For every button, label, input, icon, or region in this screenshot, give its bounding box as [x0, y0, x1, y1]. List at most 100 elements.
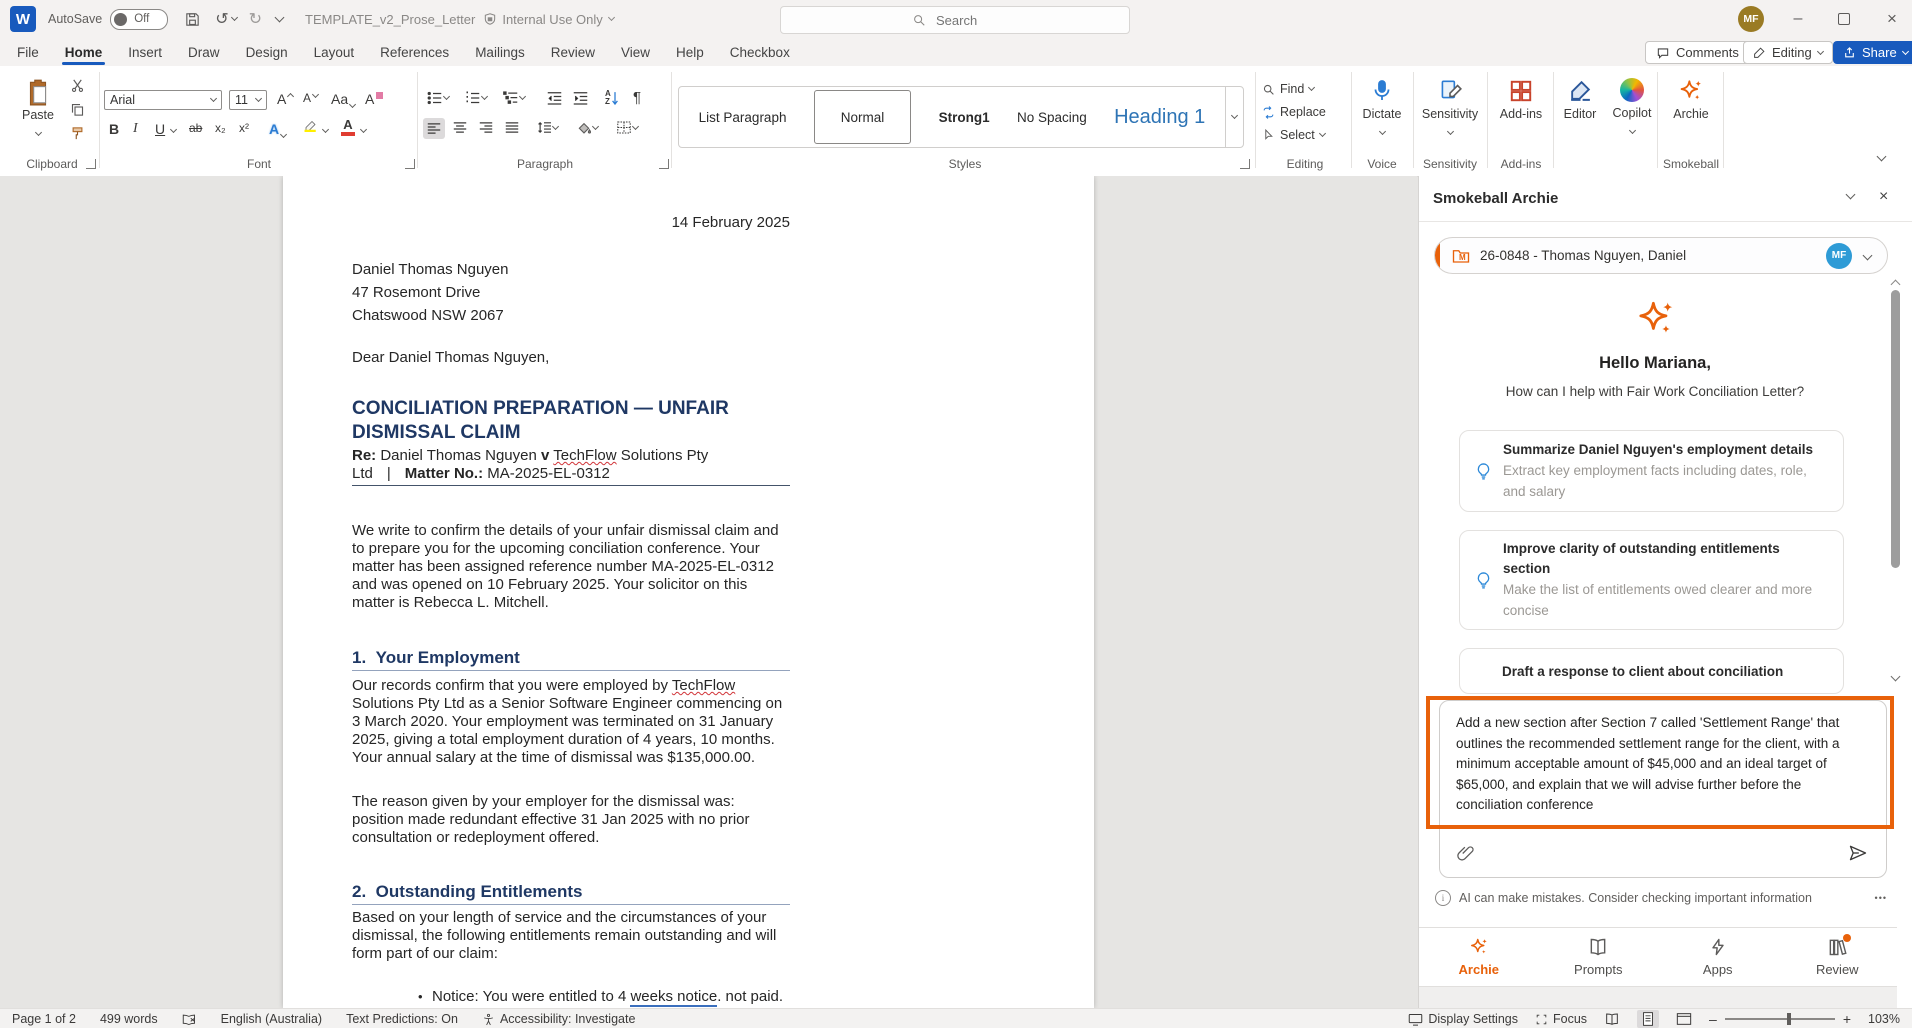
line-spacing-button[interactable]	[537, 121, 558, 134]
editing-mode-button[interactable]: Editing	[1743, 41, 1833, 64]
scroll-up-icon[interactable]	[1891, 280, 1901, 290]
prompt-text[interactable]: Add a new section after Section 7 called…	[1440, 701, 1886, 828]
save-icon[interactable]	[184, 11, 201, 28]
autosave-toggle[interactable]: Off	[110, 9, 168, 30]
font-dialog-launcher[interactable]	[405, 159, 415, 169]
read-mode-button[interactable]	[1604, 1012, 1620, 1026]
align-center-button[interactable]	[453, 121, 467, 134]
italic-button[interactable]: I	[133, 121, 138, 137]
increase-indent-button[interactable]	[573, 91, 588, 105]
clipboard-dialog-launcher[interactable]	[86, 159, 96, 169]
subscript-button[interactable]: x₂	[215, 121, 226, 135]
search-box[interactable]	[780, 6, 1130, 34]
attach-icon[interactable]	[1456, 844, 1475, 863]
sensitivity-chevron-icon[interactable]	[608, 14, 615, 21]
tab-draw[interactable]: Draw	[175, 40, 233, 65]
user-avatar[interactable]: MF	[1738, 6, 1764, 32]
word-count[interactable]: 499 words	[100, 1012, 158, 1026]
underline-button[interactable]: U	[155, 121, 165, 137]
more-options-icon[interactable]: •••	[1875, 893, 1887, 903]
underline-chevron-icon[interactable]	[170, 126, 177, 133]
highlight-button[interactable]	[303, 120, 318, 132]
display-settings[interactable]: Display Settings	[1408, 1012, 1518, 1026]
decrease-indent-button[interactable]	[547, 91, 562, 105]
clear-formatting-button[interactable]: A	[365, 91, 383, 107]
paragraph-dialog-launcher[interactable]	[659, 159, 669, 169]
multilevel-list-button[interactable]	[503, 91, 525, 105]
close-button[interactable]: ×	[1872, 0, 1912, 38]
zoom-level[interactable]: 103%	[1868, 1012, 1900, 1026]
font-size-select[interactable]: 11	[229, 90, 267, 110]
matter-selector[interactable]: M 26-0848 - Thomas Nguyen, Daniel MF	[1434, 237, 1888, 274]
zoom-in-button[interactable]: +	[1843, 1011, 1851, 1027]
zoom-out-button[interactable]: –	[1709, 1011, 1717, 1027]
replace-button[interactable]: Replace	[1262, 105, 1326, 119]
tab-review[interactable]: Review	[538, 40, 608, 65]
nav-prompts[interactable]: Prompts	[1539, 928, 1659, 986]
page-indicator[interactable]: Page 1 of 2	[12, 1012, 76, 1026]
tab-insert[interactable]: Insert	[115, 40, 175, 65]
dictate-button[interactable]: Dictate	[1352, 78, 1412, 139]
show-paragraph-marks-button[interactable]: ¶	[633, 89, 641, 106]
tab-checkbox[interactable]: Checkbox	[717, 40, 803, 65]
zoom-slider-thumb[interactable]	[1787, 1013, 1791, 1025]
panel-scrollbar[interactable]	[1889, 272, 1903, 694]
redo-button[interactable]: ↻	[249, 9, 262, 29]
document-area[interactable]: 14 February 2025 Daniel Thomas Nguyen47 …	[0, 176, 1417, 1008]
minimize-button[interactable]: –	[1778, 0, 1818, 38]
borders-button[interactable]	[617, 121, 638, 134]
archie-ribbon-button[interactable]: Archie	[1658, 78, 1724, 121]
scrollbar-thumb[interactable]	[1891, 290, 1900, 568]
accessibility-status[interactable]: Accessibility: Investigate	[482, 1012, 635, 1026]
tab-home[interactable]: Home	[52, 40, 116, 65]
style-no-spacing[interactable]: No Spacing	[1017, 110, 1087, 125]
bullet-list-button[interactable]	[427, 91, 449, 105]
undo-button[interactable]: ↺	[215, 9, 236, 29]
align-left-button[interactable]	[423, 118, 445, 139]
align-right-button[interactable]	[479, 121, 493, 134]
tab-layout[interactable]: Layout	[301, 40, 368, 65]
tab-design[interactable]: Design	[233, 40, 301, 65]
maximize-button[interactable]	[1824, 0, 1864, 38]
tab-file[interactable]: File	[4, 40, 52, 65]
quick-access-chevron-icon[interactable]	[275, 13, 285, 23]
text-effects-button[interactable]: A	[269, 121, 286, 137]
collapse-ribbon-chevron-icon[interactable]	[1877, 152, 1887, 162]
cut-icon[interactable]	[70, 78, 85, 93]
find-button[interactable]: Find	[1262, 82, 1314, 96]
font-color-chevron-icon[interactable]	[360, 126, 367, 133]
styles-gallery-scroll[interactable]	[1225, 87, 1243, 147]
sensitivity-label[interactable]: Internal Use Only	[502, 12, 602, 27]
scroll-down-icon[interactable]	[1891, 672, 1901, 682]
shrink-font-button[interactable]: A	[303, 91, 318, 105]
style-list-paragraph[interactable]: List Paragraph	[699, 110, 787, 125]
highlight-chevron-icon[interactable]	[322, 126, 329, 133]
grow-font-button[interactable]: A	[277, 91, 293, 107]
language-indicator[interactable]: English (Australia)	[221, 1012, 322, 1026]
panel-close-icon[interactable]: ×	[1879, 188, 1888, 206]
style-heading-1[interactable]: Heading 1	[1114, 106, 1205, 129]
zoom-slider[interactable]	[1725, 1018, 1835, 1020]
panel-collapse-chevron-icon[interactable]	[1846, 190, 1856, 200]
nav-apps[interactable]: Apps	[1658, 928, 1778, 986]
search-input[interactable]	[934, 12, 998, 29]
text-predictions[interactable]: Text Predictions: On	[346, 1012, 458, 1026]
select-button[interactable]: Select	[1262, 128, 1325, 142]
font-name-select[interactable]: Arial	[104, 90, 222, 110]
comments-button[interactable]: Comments	[1645, 41, 1750, 64]
addins-button[interactable]: Add-ins	[1488, 78, 1554, 121]
bold-button[interactable]: B	[109, 121, 119, 137]
justify-button[interactable]	[505, 121, 519, 134]
sensitivity-button[interactable]: Sensitivity	[1414, 78, 1486, 139]
change-case-button[interactable]: Aa	[331, 91, 355, 107]
print-layout-button[interactable]	[1637, 1010, 1659, 1028]
copilot-button[interactable]: Copilot	[1608, 78, 1656, 138]
suggestion-card-summarize[interactable]: Summarize Daniel Nguyen's employment det…	[1459, 430, 1844, 512]
suggestion-card-clarity[interactable]: Improve clarity of outstanding entitleme…	[1459, 530, 1844, 630]
suggestion-card-draft[interactable]: Draft a response to client about concili…	[1459, 648, 1844, 694]
tab-references[interactable]: References	[367, 40, 462, 65]
zoom-control[interactable]: – +	[1709, 1011, 1851, 1027]
shading-button[interactable]	[577, 121, 598, 134]
paste-button[interactable]: Paste	[16, 78, 60, 140]
editor-button[interactable]: Editor	[1556, 78, 1604, 121]
